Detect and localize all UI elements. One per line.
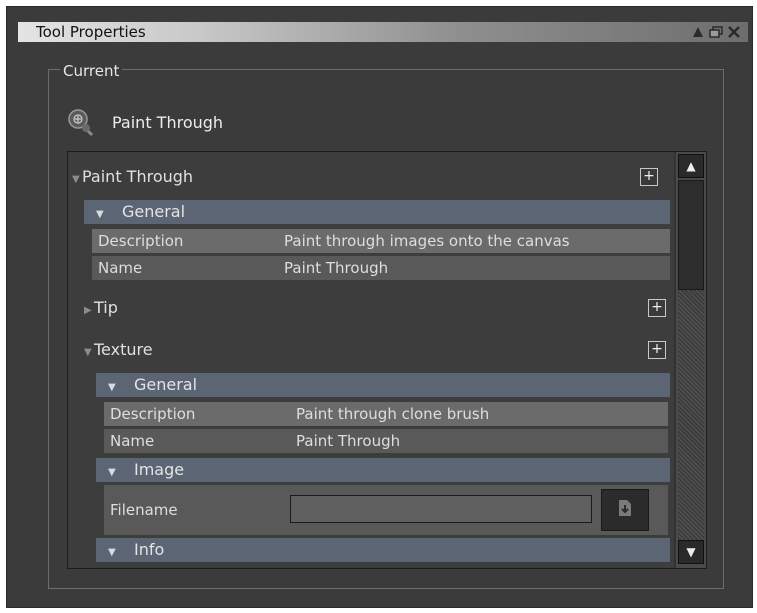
section-tip[interactable]: ▶ Tip (84, 297, 118, 319)
subhead-general[interactable]: ▼ General (96, 373, 670, 397)
add-tip-button[interactable]: + (648, 299, 666, 317)
section-texture[interactable]: ▼ Texture (84, 339, 153, 361)
prop-row-description[interactable]: Description Paint through clone brush (104, 402, 668, 426)
tool-name: Paint Through (112, 112, 224, 132)
subhead-image[interactable]: ▼ Image (96, 458, 670, 482)
prop-key: Name (110, 432, 155, 450)
section-label: Tip (94, 298, 118, 317)
expanded-arrow-icon: ▼ (84, 347, 92, 358)
subhead-info[interactable]: ▼ Info (96, 538, 670, 562)
expanded-arrow-icon: ▼ (72, 174, 80, 185)
collapsed-arrow-icon: ▶ (84, 305, 92, 316)
prop-value: Paint Through (296, 432, 401, 450)
expanded-arrow-icon: ▼ (108, 547, 116, 558)
current-tool: Paint Through (66, 107, 223, 137)
expanded-arrow-icon: ▼ (108, 467, 116, 478)
section-label: Paint Through (82, 167, 194, 186)
prop-row-description[interactable]: Description Paint through images onto th… (92, 229, 670, 253)
section-paint-through[interactable]: ▼ Paint Through (72, 166, 193, 188)
title-bar[interactable]: Tool Properties (18, 22, 748, 42)
import-file-icon (616, 499, 634, 521)
window-title: Tool Properties (36, 23, 146, 41)
properties-tree[interactable]: ▼ Paint Through + ▼ General Description Pa… (67, 151, 707, 569)
filename-input[interactable] (290, 495, 592, 523)
current-group-label: Current (60, 62, 123, 80)
prop-key: Description (110, 405, 196, 423)
prop-key: Filename (110, 501, 178, 519)
add-paint-through-button[interactable]: + (640, 168, 658, 186)
expanded-arrow-icon: ▼ (108, 382, 116, 393)
prop-value: Paint through clone brush (296, 405, 490, 423)
pin-icon[interactable] (690, 23, 706, 41)
subhead-label: Info (134, 540, 165, 559)
section-label: Texture (94, 340, 153, 359)
paint-through-icon (66, 107, 96, 137)
prop-value: Paint through images onto the canvas (284, 232, 570, 250)
add-texture-button[interactable]: + (648, 341, 666, 359)
vertical-scrollbar[interactable]: ▲ ▼ (676, 152, 706, 568)
scroll-down-button[interactable]: ▼ (678, 540, 704, 564)
scroll-up-button[interactable]: ▲ (678, 154, 704, 178)
subhead-label: General (134, 375, 198, 394)
prop-key: Name (98, 259, 143, 277)
subhead-label: Image (134, 460, 185, 479)
tree-content: ▼ Paint Through + ▼ General Description Pa… (68, 152, 674, 568)
restore-icon[interactable] (708, 23, 724, 41)
subhead-label: General (122, 202, 186, 221)
prop-value: Paint Through (284, 259, 389, 277)
scroll-thumb[interactable] (678, 180, 704, 290)
close-icon[interactable] (726, 23, 742, 41)
prop-row-name[interactable]: Name Paint Through (104, 429, 668, 453)
subhead-general[interactable]: ▼ General (84, 200, 670, 224)
window-controls (690, 23, 742, 41)
prop-row-name[interactable]: Name Paint Through (92, 256, 670, 280)
prop-key: Description (98, 232, 184, 250)
browse-file-button[interactable] (601, 489, 649, 531)
expanded-arrow-icon: ▼ (96, 209, 104, 220)
